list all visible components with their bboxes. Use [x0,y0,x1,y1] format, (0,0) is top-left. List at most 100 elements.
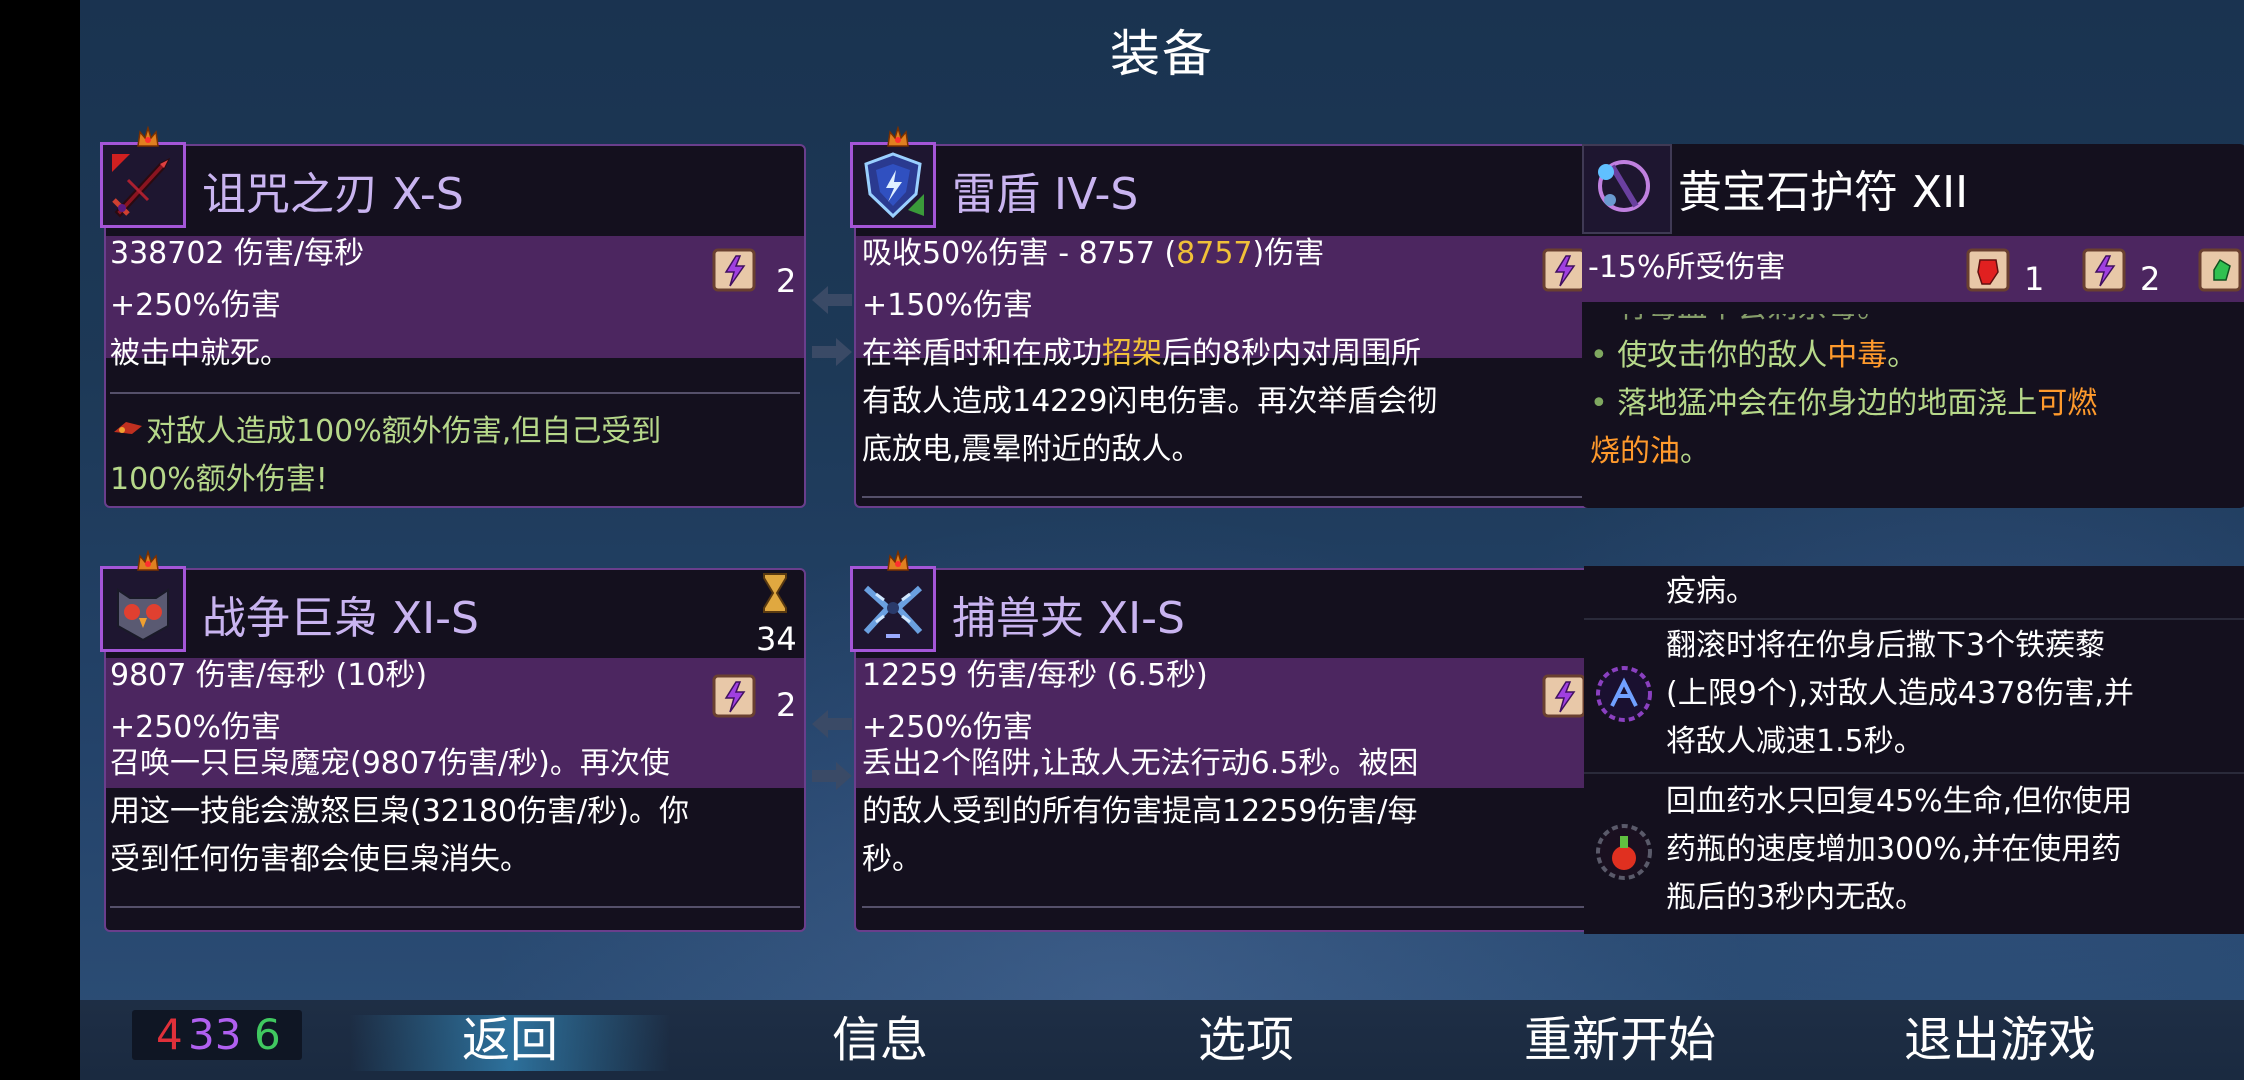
tactics-stat: 33 [188,1010,242,1059]
item-name: 雷盾 IV-S [952,169,1139,220]
item-description-line-3: 受到任何伤害都会使巨枭消失。 [110,842,530,877]
legendary-crown-icon [137,126,159,147]
cooldown-value: 34 [756,620,797,658]
swap-right-arrow-icon[interactable] [808,758,856,794]
effect-text: 落地猛冲会在你身边的地面浇上 [1617,386,2038,421]
info-button[interactable]: 信息 [800,1005,960,1075]
amulet-effect-3: 烧的油。 [1590,428,1710,476]
card-war-owl[interactable]: 战争巨枭 XI-S 34 9807 伤害/每秒 (10秒) +250%伤害 2 … [100,550,806,932]
item-description-line-2: 用这一技能会激怒巨枭(32180伤害/秒)。你 [110,794,689,829]
effect-text: 使攻击你的敌人 [1617,338,1828,373]
desc-part: 后的8秒内对周围所 [1162,336,1422,371]
flammable-keyword: 可燃 [2037,386,2098,421]
divider [110,392,800,394]
skill-slot-2 [850,566,936,652]
item-description-line-1: 丢出2个陷阱,让敌人无法行动6.5秒。被困 [862,746,1419,781]
swap-left-arrow-icon[interactable] [808,282,856,318]
amulet-effect-2: • 落地猛冲会在你身边的地面浇上可燃 [1590,380,2097,428]
oil-keyword: 烧的油 [1590,434,1680,469]
tactics-count: 2 [2140,260,2161,298]
item-block-stat: 吸收50%伤害 - 8757 (8757)伤害 [862,230,1324,278]
tactics-scroll-icon [2076,242,2132,298]
item-name: 黄宝石护符 XII [1678,167,1969,218]
wolf-trap-icon [863,585,923,638]
legendary-crown-icon [137,550,159,571]
item-description-line-1: 召唤一只巨枭魔宠(9807伤害/秒)。再次使 [110,746,670,781]
mutation-text-line-3: 瓶后的3秒内无敌。 [1666,880,1926,915]
item-description-line-2: 的敌人受到的所有伤害提高12259伤害/每 [862,794,1418,829]
item-description-line-3: 底放电,震晕附近的敌人。 [862,432,1202,467]
caltrops-mutation-icon [1596,666,1652,722]
item-name: 诅咒之刃 X-S [202,169,464,220]
scroll-stats: 4 33 6 [132,1010,302,1060]
back-button[interactable]: 返回 [430,1005,590,1075]
swap-right-arrow-icon[interactable] [808,334,856,370]
game-stage: 装备 诅咒之刃 X-S 338702 伤害/每秒 +250%伤害 2 被击中就死… [80,0,2244,1080]
mutation-row-2[interactable]: 回血药水只回复45%生命,但你使用 药瓶的速度增加300%,并在使用药 瓶后的3… [1584,778,2244,934]
item-description-line-3: 秒。 [862,842,922,877]
mutations-panel[interactable]: 疫病。 翻滚时将在你身后撒下3个铁蒺藜 (上限9个),对敌人造成4378伤害,并… [1584,566,2244,934]
legendary-crown-icon [887,126,909,147]
item-damage-bonus: +250%伤害 [110,288,281,323]
options-button[interactable]: 选项 [1166,1005,1326,1075]
mutation-row-0: 疫病。 [1584,566,2244,620]
item-description-line-2: 有敌人造成14229闪电伤害。再次举盾会彻 [862,384,1438,419]
restart-button[interactable]: 重新开始 [1490,1005,1750,1075]
item-dps: 338702 伤害/每秒 [110,236,365,271]
item-dps: 12259 伤害/每秒 (6.5秒) [862,658,1208,693]
gem-amulet-icon [1598,160,1650,212]
mutation-text-line-2: 药瓶的速度增加300%,并在使用药 [1666,832,2122,867]
curse-text-line-1: 对敌人造成100%额外伤害,但自己受到 [146,414,662,449]
item-damage-bonus: +150%伤害 [862,288,1033,323]
mutation-text-line-1: 翻滚时将在你身后撒下3个铁蒺藜 [1666,628,2106,663]
mutation-text: 疫病。 [1666,574,1756,609]
desc-part: 在举盾时和在成功 [862,336,1102,371]
survival-scroll-icon [2192,242,2244,298]
effect-text: 。 [1680,434,1710,469]
curse-icon [114,422,142,434]
weapon-slot [100,142,186,228]
card-wolf-trap[interactable]: 捕兽夹 XI-S 14 12259 伤害/每秒 (6.5秒) +250%伤害 2… [850,550,1636,932]
card-curse-blade[interactable]: 诅咒之刃 X-S 338702 伤害/每秒 +250%伤害 2 被击中就死。 对… [100,126,806,508]
item-dps: 9807 伤害/每秒 (10秒) [110,658,428,693]
amulet-slot [1582,144,1672,234]
curse-text-line-2: 100%额外伤害! [110,462,328,497]
effect-text: 。 [1887,338,1918,373]
divider [110,906,800,908]
tactics-scroll-icon [706,668,762,724]
hourglass-icon [763,573,787,613]
survival-stat: 6 [254,1010,281,1059]
brutality-scroll-icon [1960,242,2016,298]
mutation-row-1[interactable]: 翻滚时将在你身后撒下3个铁蒺藜 (上限9个),对敌人造成4378伤害,并 将敌人… [1584,622,2244,774]
mutation-text-line-3: 将敌人减速1.5秒。 [1666,724,1924,759]
legendary-crown-icon [887,550,909,571]
skill-slot-1 [100,566,186,652]
amulet-effects-clip: • 有毒血中会剩余毒。 • 使攻击你的敌人中毒。 • 落地猛冲会在你身边的地面浇… [1582,314,2244,508]
bullet: • [1590,386,1608,421]
block-stat-prefix: 吸收50%伤害 - 8757 ( [862,236,1177,271]
shield-slot [850,142,936,228]
amulet-effect-0: • 有毒血中会剩余毒。 [1590,314,1887,332]
item-name: 战争巨枭 XI-S [202,593,479,644]
item-name: 捕兽夹 XI-S [952,593,1185,644]
scroll-count: 2 [776,686,797,724]
block-stat-suffix: )伤害 [1252,236,1325,271]
parry-keyword: 招架 [1102,336,1162,371]
brutality-count: 1 [2024,260,2045,298]
brutality-stat: 4 [156,1010,183,1059]
mutation-text-line-1: 回血药水只回复45%生命,但你使用 [1666,784,2133,819]
swap-left-arrow-icon[interactable] [808,706,856,742]
bullet: • [1590,338,1608,373]
poison-keyword: 中毒 [1827,338,1888,373]
cursed-sword-icon [112,154,171,218]
mutation-text-line-2: (上限9个),对敌人造成4378伤害,并 [1666,676,2134,711]
card-thunder-shield[interactable]: 雷盾 IV-S 吸收50%伤害 - 8757 (8757)伤害 +150%伤害 … [850,126,1636,508]
owl-icon [117,588,169,642]
scroll-count: 2 [776,262,797,300]
item-description-line-1: 在举盾时和在成功招架后的8秒内对周围所 [862,330,1421,378]
card-amulet[interactable]: 黄宝石护符 XII -15%所受伤害 1 2 1 • 有毒血中会剩余毒。 • 使… [1582,144,2244,508]
divider [862,906,1628,908]
tactics-scroll-icon [706,242,762,298]
thunder-shield-icon [864,152,924,219]
quit-game-button[interactable]: 退出游戏 [1870,1005,2130,1075]
